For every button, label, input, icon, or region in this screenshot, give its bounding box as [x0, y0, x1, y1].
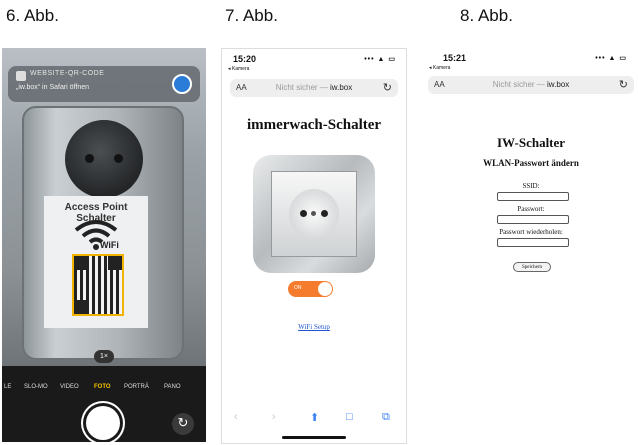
figure-label-8: 8. Abb. — [460, 6, 513, 25]
socket-image — [253, 155, 375, 273]
outlet-ground-icon — [311, 211, 316, 216]
toggle-knob — [318, 282, 332, 296]
wifi-text: WiFi — [100, 240, 119, 250]
status-icons: ••• ▲ ▭ — [595, 55, 627, 62]
back-to-camera[interactable]: ◂ Kamera — [228, 66, 249, 72]
bookmarks-icon[interactable]: □ — [346, 411, 353, 423]
qr-app-icon — [16, 71, 26, 81]
wifi-setup-link[interactable]: WiFi Setup — [222, 323, 406, 331]
status-time: 15:21 — [443, 53, 467, 63]
outlet-pin-icon — [321, 210, 328, 217]
reload-icon[interactable]: ↻ — [619, 78, 628, 91]
status-bar: 15:20 ◂ Kamera ••• ▲ ▭ — [222, 49, 406, 79]
page-subtitle: WLAN-Passwort ändern — [483, 158, 579, 168]
url-host: iw.box — [547, 80, 570, 89]
reload-icon[interactable]: ↻ — [383, 81, 392, 94]
url-security-note: Nicht sicher — — [275, 83, 330, 92]
address-bar[interactable]: AA Nicht sicher — iw.box ↻ — [428, 76, 634, 94]
page-title: immerwach-Schalter — [246, 117, 382, 133]
tabs-icon[interactable]: ⧉ — [382, 411, 390, 424]
notification-subtitle: „iw.box“ in Safari öffnen — [16, 84, 90, 91]
toggle-label: ON — [294, 285, 302, 291]
url-host: iw.box — [330, 83, 353, 92]
figure-label-6: 6. Abb. — [6, 6, 59, 25]
mode-item-active[interactable]: FOTO — [94, 384, 111, 390]
password-repeat-input[interactable] — [497, 238, 569, 247]
back-icon[interactable]: ‹ — [234, 411, 238, 423]
mode-item[interactable]: PORTRÄ — [124, 384, 149, 390]
safari-toolbar: ‹ › ⬆ □ ⧉ — [222, 407, 406, 429]
mode-item[interactable]: LE — [4, 384, 11, 390]
password-page-screenshot: 15:21 ◂ Kamera ••• ▲ ▭ AA Nicht sicher —… — [425, 48, 637, 378]
mode-item[interactable]: VIDEO — [60, 384, 79, 390]
password-repeat-label: Passwort wiederholen: — [499, 228, 563, 236]
outlet-icon — [289, 189, 339, 239]
ssid-input[interactable] — [497, 192, 569, 201]
status-time: 15:20 — [233, 54, 257, 64]
qr-sticker: Access Point Schalter WiFi — [44, 196, 148, 328]
qr-notification[interactable]: WEBSITE-QR-CODE „iw.box“ in Safari öffne… — [8, 66, 200, 102]
camera-mode-bar: LE SLO-MO VIDEO FOTO PORTRÄ PANO — [2, 384, 206, 398]
save-button[interactable]: Speichern — [513, 262, 551, 272]
url-text: Nicht sicher — iw.box — [230, 83, 398, 92]
mode-item[interactable]: PANO — [164, 384, 181, 390]
password-input[interactable] — [497, 215, 569, 224]
power-toggle[interactable]: ON — [288, 281, 333, 297]
notification-title: WEBSITE-QR-CODE — [30, 70, 105, 77]
flip-camera-icon[interactable] — [172, 413, 194, 435]
status-bar: 15:21 ◂ Kamera ••• ▲ ▭ — [425, 48, 637, 78]
password-label: Passwort: — [517, 205, 545, 213]
url-text: Nicht sicher — iw.box — [428, 80, 634, 89]
switch-page-screenshot: 15:20 ◂ Kamera ••• ▲ ▭ AA Nicht sicher —… — [221, 48, 407, 444]
ssid-label: SSID: — [522, 182, 540, 190]
status-icons: ••• ▲ ▭ — [364, 56, 396, 63]
shutter-button[interactable] — [86, 406, 120, 440]
camera-screenshot: Access Point Schalter WiFi WEBSITE-QR-CO… — [2, 48, 206, 442]
back-to-camera[interactable]: ◂ Kamera — [429, 65, 450, 71]
home-indicator — [282, 436, 346, 439]
zoom-button[interactable]: 1× — [94, 350, 114, 363]
socket-photo — [65, 120, 143, 198]
url-security-note: Nicht sicher — — [492, 80, 547, 89]
figure-label-7: 7. Abb. — [225, 6, 278, 25]
outlet-pin-icon — [300, 210, 307, 217]
camera-viewfinder: Access Point Schalter WiFi WEBSITE-QR-CO… — [2, 48, 206, 366]
mode-item[interactable]: SLO-MO — [24, 384, 48, 390]
safari-icon — [172, 74, 192, 94]
socket-frame — [271, 171, 357, 257]
page-title: IW-Schalter — [496, 135, 566, 150]
share-icon[interactable]: ⬆ — [310, 411, 319, 424]
qr-code — [72, 254, 124, 316]
forward-icon[interactable]: › — [272, 411, 276, 423]
address-bar[interactable]: AA Nicht sicher — iw.box ↻ — [230, 79, 398, 97]
